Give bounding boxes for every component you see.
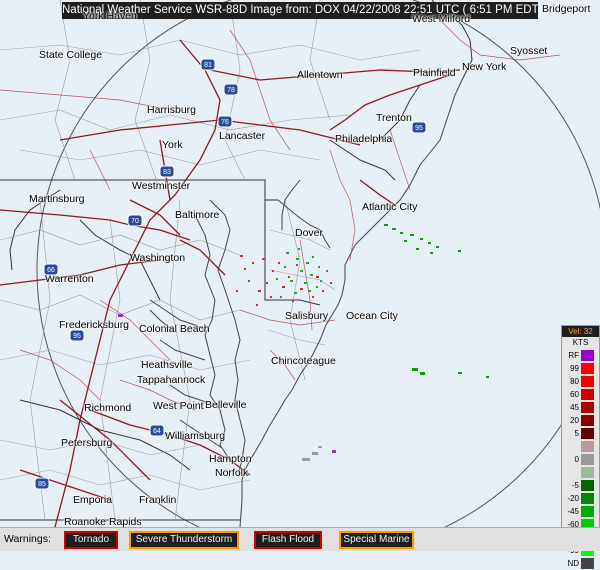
interstate-shield-95-south: 95: [69, 329, 85, 342]
interstate-shield-78-label: 78: [227, 87, 235, 94]
interstate-shield-95-south-label: 95: [73, 333, 81, 340]
legend-row: 5: [562, 427, 599, 440]
interstate-shield-66-label: 66: [47, 267, 55, 274]
legend-row: -20: [562, 492, 599, 505]
interstate-shield-81: 81: [200, 58, 216, 71]
legend-swatch: [581, 493, 594, 504]
legend-swatch: [581, 454, 594, 465]
radar-map: National Weather Service WSR-88D Image f…: [0, 0, 600, 569]
legend-swatch: [581, 506, 594, 517]
legend-swatch: [581, 402, 594, 413]
legend-row-label: -45: [567, 507, 579, 516]
interstate-shield-95-north: 95: [411, 121, 427, 134]
interstate-shield-70: 70: [127, 214, 143, 227]
legend-row-label: 80: [570, 377, 579, 386]
interstate-shield-64: 64: [149, 424, 165, 437]
legend-row: RF: [562, 349, 599, 362]
legend-row: 60: [562, 388, 599, 401]
legend-swatch: [581, 350, 594, 361]
interstate-shield-78: 78: [223, 83, 239, 96]
warning-severe-thunderstorm[interactable]: Severe Thunderstorm: [129, 531, 239, 549]
legend-header: Vel: 32: [562, 326, 599, 337]
legend-row-label: -20: [567, 494, 579, 503]
interstate-shield-64-label: 64: [153, 428, 161, 435]
legend-row-label: RF: [568, 351, 579, 360]
legend-row-label: ND: [567, 559, 579, 568]
legend-row: [562, 466, 599, 479]
warning-special-marine[interactable]: Special Marine: [339, 531, 414, 549]
legend-swatch: [581, 558, 594, 569]
interstate-shield-95-north-label: 95: [415, 125, 423, 132]
interstate-shield-76: 76: [217, 115, 233, 128]
interstate-shield-85: 85: [34, 477, 50, 490]
legend-row: ND: [562, 557, 599, 570]
warnings-bar: Warnings: Tornado Severe Thunderstorm Fl…: [0, 527, 600, 551]
legend-row-label: 5: [574, 429, 579, 438]
legend-row-label: 45: [570, 403, 579, 412]
legend-swatch: [581, 363, 594, 374]
interstate-shield-70-label: 70: [131, 218, 139, 225]
legend-row-label: 99: [570, 364, 579, 373]
interstate-shield-83-label: 83: [163, 169, 171, 176]
legend-row: -45: [562, 505, 599, 518]
interstate-shield-85-label: 85: [38, 481, 46, 488]
legend-row: -5: [562, 479, 599, 492]
legend-units: KTS: [572, 338, 589, 347]
legend-swatch: [581, 428, 594, 439]
legend-swatch: [581, 441, 594, 452]
legend-row-label: 60: [570, 390, 579, 399]
legend-row: 45: [562, 401, 599, 414]
interstate-shield-83: 83: [159, 165, 175, 178]
legend-row-label: 0: [574, 455, 579, 464]
interstate-shield-81-label: 81: [204, 62, 212, 69]
warning-tornado[interactable]: Tornado: [64, 531, 118, 549]
warnings-label: Warnings:: [4, 533, 51, 545]
legend-row: [562, 440, 599, 453]
velocity-legend: Vel: 32 KTS RF998060452050-5-20-45-60-80…: [561, 325, 600, 569]
legend-swatch: [581, 415, 594, 426]
legend-row: 20: [562, 414, 599, 427]
interstate-shield-66: 66: [43, 263, 59, 276]
legend-row: 80: [562, 375, 599, 388]
legend-row: 99: [562, 362, 599, 375]
legend-row-label: -5: [571, 481, 579, 490]
legend-row-label: 20: [570, 416, 579, 425]
legend-swatch: [581, 389, 594, 400]
highway-shields: 81 78 76 95 83 70 66 95 64 85: [34, 58, 427, 490]
legend-swatch: [581, 480, 594, 491]
legend-swatch: [581, 376, 594, 387]
warning-flash-flood[interactable]: Flash Flood: [254, 531, 322, 549]
legend-swatch: [581, 467, 594, 478]
legend-row: 0: [562, 453, 599, 466]
interstate-shield-76-label: 76: [221, 119, 229, 126]
